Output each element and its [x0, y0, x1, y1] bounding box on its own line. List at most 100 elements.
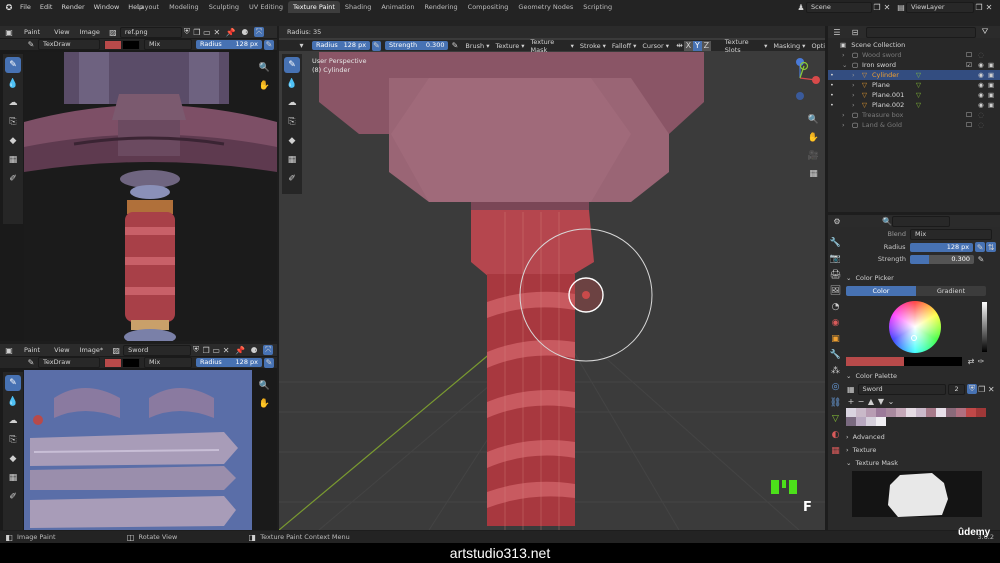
expand-arrow-icon[interactable]: ›: [842, 110, 845, 120]
new-image-icon[interactable]: ❐: [201, 345, 211, 355]
overlay-icon[interactable]: ⚈: [240, 27, 250, 37]
soften-tool-icon[interactable]: 💧: [5, 394, 21, 410]
palette-color-swatch[interactable]: [856, 408, 866, 417]
fake-user-icon[interactable]: ⛨: [182, 27, 192, 37]
expand-arrow-icon[interactable]: ›: [842, 50, 845, 60]
exclude-checkbox-icon[interactable]: ☐: [966, 110, 972, 120]
pressure-strength-icon[interactable]: ✎: [976, 254, 986, 264]
unlink-image-icon[interactable]: ✕: [212, 27, 222, 37]
palette-color-swatch[interactable]: [846, 408, 856, 417]
unlink-image-icon[interactable]: ✕: [221, 345, 231, 355]
tool-tab-icon[interactable]: 🔧: [829, 236, 842, 249]
camera-render-icon[interactable]: ▣: [988, 100, 994, 110]
exclude-checkbox-icon[interactable]: ☐: [966, 50, 972, 60]
zoom-icon[interactable]: 🔍: [258, 379, 271, 392]
image-browse-icon[interactable]: ▨: [111, 345, 121, 355]
brush-selector[interactable]: TexDraw: [38, 39, 100, 50]
annotate-tool-icon[interactable]: ✐: [5, 171, 21, 187]
camera-render-icon[interactable]: ▣: [988, 90, 994, 100]
palette-color-swatch[interactable]: [956, 408, 966, 417]
view-layer-tab-icon[interactable]: 🖼: [829, 284, 842, 297]
visible-dot-icon[interactable]: •: [830, 100, 834, 110]
tab-sculpting[interactable]: Sculpting: [204, 1, 244, 13]
texture-tab-icon[interactable]: ▦: [829, 444, 842, 457]
brush-color-swatch[interactable]: [104, 39, 122, 50]
palette-browse-icon[interactable]: ▦: [846, 384, 856, 394]
paint-mode-menu[interactable]: Paint: [24, 346, 40, 354]
move-down-icon[interactable]: ▼: [876, 396, 886, 406]
blend-mode-select[interactable]: Mix: [144, 39, 192, 50]
sort-menu-icon[interactable]: ⌄: [886, 396, 896, 406]
constraints-tab-icon[interactable]: ⛓: [829, 396, 842, 409]
tab-layout[interactable]: Layout: [132, 1, 164, 13]
expand-arrow-icon[interactable]: ›: [842, 120, 845, 130]
annotate-tool-icon[interactable]: ✐: [5, 489, 21, 505]
menu-window[interactable]: Window: [94, 3, 120, 11]
tab-rendering[interactable]: Rendering: [419, 1, 462, 13]
smear-tool-icon[interactable]: ☁: [284, 95, 300, 111]
palette-color-swatch[interactable]: [876, 417, 886, 426]
overlay-icon[interactable]: ⚈: [249, 345, 259, 355]
palette-color-swatch[interactable]: [856, 417, 866, 426]
axis-x-toggle[interactable]: X: [683, 40, 693, 51]
fake-user-icon[interactable]: ⛨: [191, 345, 201, 355]
secondary-color-swatch[interactable]: [904, 356, 962, 366]
brush-selector[interactable]: TexDraw: [38, 357, 100, 368]
fill-tool-icon[interactable]: ◆: [5, 451, 21, 467]
eye-icon[interactable]: ◉: [978, 90, 984, 100]
new-image-icon[interactable]: ❐: [192, 27, 202, 37]
outliner-item[interactable]: › ▢ Wood sword ☐ ◌: [828, 50, 1000, 60]
output-tab-icon[interactable]: 🖨: [829, 268, 842, 281]
strength-field[interactable]: 0.300: [910, 254, 974, 264]
eye-icon[interactable]: ◉: [978, 60, 984, 70]
color-palette-panel-header[interactable]: ⌄ Color Palette: [846, 371, 996, 382]
axis-z-toggle[interactable]: Z: [701, 40, 711, 51]
clone-tool-icon[interactable]: ⎘: [284, 114, 300, 130]
color-wheel[interactable]: [889, 301, 941, 353]
expand-arrow-icon[interactable]: ›: [852, 70, 855, 80]
render-tab-icon[interactable]: 📷: [829, 252, 842, 265]
eye-hidden-icon[interactable]: ◌: [978, 120, 984, 130]
palette-color-swatch[interactable]: [846, 417, 856, 426]
options-menu[interactable]: Opti: [811, 42, 825, 50]
tab-scripting[interactable]: Scripting: [578, 1, 617, 13]
falloff-menu[interactable]: Falloff: [612, 42, 631, 50]
palette-color-swatch[interactable]: [876, 408, 886, 417]
zoom-icon[interactable]: 🔍: [807, 113, 820, 126]
palette-color-swatch[interactable]: [916, 408, 926, 417]
pan-hand-icon[interactable]: ✋: [258, 397, 271, 410]
tab-gradient[interactable]: Gradient: [916, 286, 986, 296]
draw-tool-icon[interactable]: ✎: [5, 375, 21, 391]
view-menu[interactable]: View: [54, 28, 69, 36]
gizmo-icon[interactable]: ⤧: [253, 27, 264, 37]
advanced-panel-header[interactable]: › Advanced: [846, 432, 996, 443]
pin-icon[interactable]: 📌: [235, 345, 245, 355]
outliner-item[interactable]: ⌄ ▢ Iron sword ☑ ◉ ▣: [828, 60, 1000, 70]
fill-tool-icon[interactable]: ◆: [5, 133, 21, 149]
draw-tool-icon[interactable]: ✎: [5, 57, 21, 73]
scene-collection-row[interactable]: ▣ Scene Collection: [828, 40, 1000, 50]
primary-color-swatch[interactable]: [846, 356, 904, 366]
material-tab-icon[interactable]: ◐: [829, 428, 842, 441]
palette-color-swatch[interactable]: [976, 408, 986, 417]
tab-animation[interactable]: Animation: [376, 1, 419, 13]
clone-tool-icon[interactable]: ⎘: [5, 432, 21, 448]
eye-icon[interactable]: ◉: [978, 100, 984, 110]
add-color-icon[interactable]: +: [846, 396, 856, 406]
radius-field[interactable]: 128 px: [909, 242, 974, 252]
value-slider[interactable]: [982, 302, 987, 352]
visible-dot-icon[interactable]: •: [830, 70, 834, 80]
outliner-item[interactable]: • › ▽ Plane ▽ ◉ ▣: [828, 80, 1000, 90]
editor-type-icon[interactable]: ▣: [4, 27, 14, 37]
navigation-gizmo[interactable]: [784, 54, 820, 102]
image-browse-icon[interactable]: ▨: [108, 27, 118, 37]
texture-mask-panel-header[interactable]: ⌄ Texture Mask: [846, 458, 996, 469]
close-scene-icon[interactable]: ✕: [882, 2, 892, 12]
image-menu[interactable]: Image*: [80, 346, 104, 354]
pressure-icon[interactable]: ✎: [264, 357, 274, 368]
soften-tool-icon[interactable]: 💧: [5, 76, 21, 92]
eyedropper-icon[interactable]: ✑: [976, 356, 986, 366]
smear-tool-icon[interactable]: ☁: [5, 95, 21, 111]
editor-type-icon[interactable]: ▣: [4, 345, 14, 355]
object-tab-icon[interactable]: ▣: [829, 332, 842, 345]
